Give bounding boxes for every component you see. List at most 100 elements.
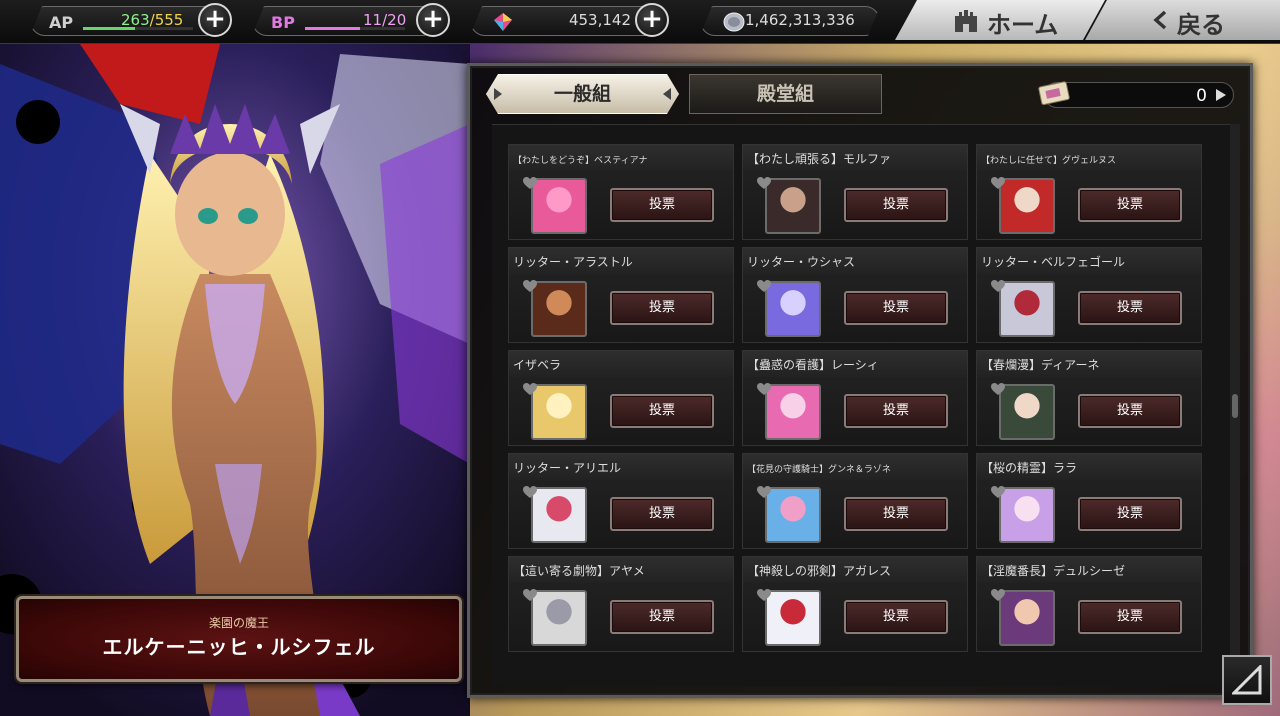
candidate-name: 【わたしをどうぞ】ベスティアナ <box>509 145 733 171</box>
heart-icon[interactable] <box>991 589 1005 602</box>
heart-icon[interactable] <box>991 383 1005 396</box>
vote-panel: 一般組 殿堂組 0 【わたしをどうぞ】ベスティアナ 投票 【わたし頑張る】モルフ… <box>467 63 1253 698</box>
home-label: ホーム <box>987 11 1059 39</box>
tab-hall-of-fame[interactable]: 殿堂組 <box>689 74 882 114</box>
bp-plus-button[interactable]: + <box>416 3 450 37</box>
candidate-card: リッター・アラストル 投票 <box>508 247 734 343</box>
vote-button[interactable]: 投票 <box>1078 394 1182 428</box>
heart-icon[interactable] <box>991 177 1005 190</box>
vote-button[interactable]: 投票 <box>1078 188 1182 222</box>
heart-icon[interactable] <box>523 589 537 602</box>
heart-icon[interactable] <box>523 383 537 396</box>
character-name-plate: 楽園の魔王 エルケーニッヒ・ルシフェル <box>16 596 462 682</box>
heart-icon[interactable] <box>757 486 771 499</box>
candidate-card: 【桜の精霊】ララ 投票 <box>976 453 1202 549</box>
vote-button[interactable]: 投票 <box>610 188 714 222</box>
candidate-card: 【花見の守護騎士】グンネ＆ラゾネ 投票 <box>742 453 968 549</box>
back-button[interactable]: 戻る <box>1085 0 1280 40</box>
vote-button[interactable]: 投票 <box>610 291 714 325</box>
candidate-list[interactable]: 【わたしをどうぞ】ベスティアナ 投票 【わたし頑張る】モルファ 投票 【わたしに… <box>492 124 1232 686</box>
vote-button[interactable]: 投票 <box>844 291 948 325</box>
home-button[interactable]: ホーム <box>895 0 1105 40</box>
heart-icon[interactable] <box>757 177 771 190</box>
candidate-portrait[interactable] <box>999 487 1055 543</box>
candidate-name: 【わたし頑張る】モルファ <box>743 145 967 171</box>
gem-count: 453,142 <box>568 11 631 29</box>
vote-button[interactable]: 投票 <box>610 497 714 531</box>
ap-label: AP <box>49 13 74 32</box>
candidate-portrait[interactable] <box>999 178 1055 234</box>
heart-icon[interactable] <box>523 177 537 190</box>
heart-icon[interactable] <box>757 383 771 396</box>
candidate-portrait[interactable] <box>999 590 1055 646</box>
candidate-card: イザベラ 投票 <box>508 350 734 446</box>
candidate-name: 【這い寄る劇物】アヤメ <box>509 557 733 583</box>
candidate-portrait[interactable] <box>999 384 1055 440</box>
candidate-portrait[interactable] <box>765 384 821 440</box>
silver-coin-icon <box>723 12 745 32</box>
castle-icon <box>953 8 979 32</box>
candidate-name: 【花見の守護騎士】グンネ＆ラゾネ <box>743 454 967 480</box>
tab-general[interactable]: 一般組 <box>486 74 679 114</box>
candidate-card: 【わたしをどうぞ】ベスティアナ 投票 <box>508 144 734 240</box>
vote-button[interactable]: 投票 <box>844 497 948 531</box>
vote-button[interactable]: 投票 <box>844 600 948 634</box>
ap-plus-button[interactable]: + <box>198 3 232 37</box>
candidate-portrait[interactable] <box>531 178 587 234</box>
candidate-name: リッター・ウシャス <box>743 248 967 274</box>
character-title: 楽園の魔王 <box>208 616 269 630</box>
vote-ticket-icon <box>1038 81 1070 106</box>
character-name: エルケーニッヒ・ルシフェル <box>102 635 376 659</box>
character-art: 楽園の魔王 エルケーニッヒ・ルシフェル <box>0 44 470 716</box>
coin-display: 1,462,313,336 <box>700 6 880 36</box>
vote-button[interactable]: 投票 <box>844 394 948 428</box>
vote-button[interactable]: 投票 <box>1078 291 1182 325</box>
heart-icon[interactable] <box>757 589 771 602</box>
candidate-name: リッター・アラストル <box>509 248 733 274</box>
bp-gauge <box>305 27 405 30</box>
candidate-name: 【わたしに任せて】グヴェルヌス <box>977 145 1201 171</box>
candidate-portrait[interactable] <box>765 178 821 234</box>
candidate-portrait[interactable] <box>765 281 821 337</box>
candidate-card: 【蠱惑の看護】レーシィ 投票 <box>742 350 968 446</box>
ap-display: AP 263/555 <box>30 6 220 36</box>
candidate-portrait[interactable] <box>531 590 587 646</box>
arrow-right-icon <box>1216 89 1226 101</box>
heart-icon[interactable] <box>991 486 1005 499</box>
scrollbar[interactable] <box>1230 124 1240 684</box>
arrow-left-icon <box>662 87 672 101</box>
candidate-name: 【神殺しの邪剣】アガレス <box>743 557 967 583</box>
candidate-portrait[interactable] <box>765 487 821 543</box>
resource-bar: AP 263/555 + BP 11/20 + 453,142 + 1,462,… <box>0 0 1280 44</box>
candidate-name: 【淫魔番長】デュルシーゼ <box>977 557 1201 583</box>
candidate-card: 【淫魔番長】デュルシーゼ 投票 <box>976 556 1202 652</box>
vote-button[interactable]: 投票 <box>610 600 714 634</box>
heart-icon[interactable] <box>991 280 1005 293</box>
candidate-card: リッター・ベルフェゴール 投票 <box>976 247 1202 343</box>
heart-icon[interactable] <box>523 280 537 293</box>
bp-display: BP 11/20 <box>252 6 437 36</box>
candidate-portrait[interactable] <box>999 281 1055 337</box>
candidate-portrait[interactable] <box>531 487 587 543</box>
tab-hall-of-fame-label: 殿堂組 <box>756 83 814 105</box>
candidate-portrait[interactable] <box>765 590 821 646</box>
triangle-corner-icon <box>1232 665 1262 695</box>
menu-toggle-button[interactable] <box>1222 655 1272 705</box>
vote-button[interactable]: 投票 <box>1078 600 1182 634</box>
gem-plus-button[interactable]: + <box>635 3 669 37</box>
vote-button[interactable]: 投票 <box>1078 497 1182 531</box>
candidate-name: 【桜の精霊】ララ <box>977 454 1201 480</box>
candidate-card: リッター・アリエル 投票 <box>508 453 734 549</box>
vote-ticket-counter: 0 <box>1038 81 1234 108</box>
candidate-portrait[interactable] <box>531 384 587 440</box>
scrollbar-thumb[interactable] <box>1232 394 1238 418</box>
vote-button[interactable]: 投票 <box>610 394 714 428</box>
heart-icon[interactable] <box>523 486 537 499</box>
coin-count: 1,462,313,336 <box>745 11 855 29</box>
candidate-portrait[interactable] <box>531 281 587 337</box>
bp-label: BP <box>271 13 295 32</box>
heart-icon[interactable] <box>757 280 771 293</box>
candidate-card: 【春爛漫】ディアーネ 投票 <box>976 350 1202 446</box>
vote-button[interactable]: 投票 <box>844 188 948 222</box>
candidate-name: 【蠱惑の看護】レーシィ <box>743 351 967 377</box>
